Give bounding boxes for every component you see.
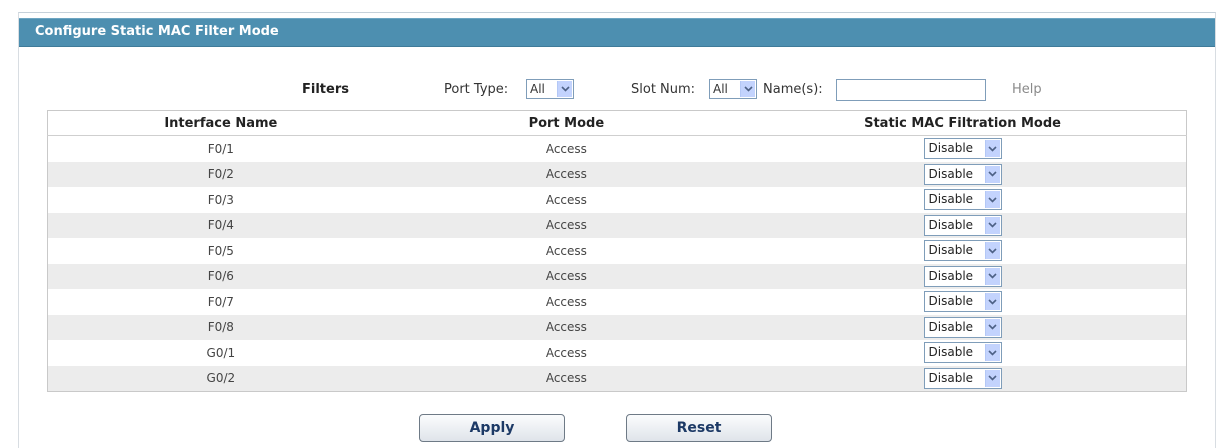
filter-mode-cell: Disable: [739, 212, 1187, 238]
table-row: F0/8 Access Disable: [47, 314, 1187, 340]
slot-num-label: Slot Num:: [631, 82, 696, 97]
filter-mode-select[interactable]: Disable: [923, 240, 1002, 262]
filter-mode-value: Disable: [928, 192, 974, 207]
table-row: F0/7 Access Disable: [48, 289, 1187, 315]
filter-mode-value: Disable: [928, 294, 974, 309]
interface-table: Interface Name Port Mode Static MAC Filt…: [47, 110, 1187, 392]
table-row: G0/1 Access Disable: [48, 340, 1187, 366]
reset-button[interactable]: Reset: [626, 414, 772, 442]
filter-mode-value: Disable: [928, 217, 974, 232]
column-header-static-mac-filtration-mode: Static MAC Filtration Mode: [739, 110, 1187, 136]
chevron-down-icon[interactable]: [984, 344, 1000, 362]
panel-header: Configure Static MAC Filter Mode: [19, 18, 1215, 47]
filter-mode-cell: Disable: [739, 340, 1186, 366]
port-mode-cell: Access: [545, 192, 587, 207]
chevron-down-icon[interactable]: [984, 165, 1000, 183]
panel-title: Configure Static MAC Filter Mode: [35, 24, 279, 39]
chevron-down-icon[interactable]: [984, 242, 1000, 260]
slot-num-value: All: [713, 82, 728, 96]
table-row: F0/6 Access Disable: [47, 263, 1187, 289]
port-mode-cell: Access: [393, 161, 740, 187]
filter-mode-cell: Disable: [739, 187, 1186, 213]
chevron-down-icon[interactable]: [984, 140, 1000, 158]
interface-name-cell: F0/5: [207, 243, 234, 258]
names-label: Name(s):: [763, 82, 823, 97]
port-mode-cell: Access: [393, 212, 740, 238]
interface-name-cell: F0/1: [207, 141, 234, 156]
chevron-down-icon[interactable]: [557, 81, 572, 97]
filter-mode-cell: Disable: [739, 263, 1187, 289]
interface-name-cell: F0/7: [207, 294, 234, 309]
port-mode-cell: Access: [393, 314, 740, 340]
chevron-down-icon[interactable]: [984, 216, 1000, 234]
port-type-value: All: [530, 82, 545, 96]
port-type-label: Port Type:: [444, 82, 509, 97]
filter-mode-cell: Disable: [739, 161, 1187, 187]
port-mode-cell: Access: [545, 294, 587, 309]
port-type-select[interactable]: All: [526, 79, 574, 99]
filter-mode-value: Disable: [928, 370, 974, 385]
filter-mode-value: Disable: [928, 141, 974, 156]
names-input[interactable]: [836, 79, 986, 101]
config-panel: Configure Static MAC Filter Mode Filters…: [18, 12, 1216, 448]
filters-label: Filters: [302, 82, 349, 97]
filter-mode-cell: Disable: [739, 136, 1186, 162]
table-row: F0/3 Access Disable: [48, 187, 1187, 213]
port-mode-cell: Access: [545, 243, 587, 258]
table-row: F0/5 Access Disable: [48, 238, 1187, 264]
port-mode-cell: Access: [545, 345, 587, 360]
interface-name-cell: F0/4: [47, 212, 394, 238]
filter-mode-cell: Disable: [739, 238, 1186, 264]
table-header-row: Interface Name Port Mode Static MAC Filt…: [47, 110, 1187, 136]
column-header-interface-name: Interface Name: [47, 110, 394, 136]
filter-mode-cell: Disable: [739, 314, 1187, 340]
apply-button[interactable]: Apply: [419, 414, 565, 442]
port-mode-cell: Access: [393, 263, 740, 289]
table-row: F0/2 Access Disable: [47, 161, 1187, 187]
column-header-port-mode: Port Mode: [393, 110, 740, 136]
chevron-down-icon[interactable]: [740, 81, 755, 97]
interface-name-cell: G0/2: [47, 365, 394, 392]
interface-name-cell: F0/2: [47, 161, 394, 187]
table-row: F0/1 Access Disable: [48, 136, 1187, 162]
filter-mode-select[interactable]: Disable: [923, 367, 1002, 389]
filter-mode-select[interactable]: Disable: [923, 138, 1002, 160]
filter-mode-select[interactable]: Disable: [923, 342, 1002, 364]
filter-mode-value: Disable: [928, 345, 974, 360]
table-row: F0/4 Access Disable: [47, 212, 1187, 238]
filter-mode-select[interactable]: Disable: [923, 189, 1002, 211]
filter-mode-value: Disable: [928, 268, 974, 283]
chevron-down-icon[interactable]: [984, 293, 1000, 311]
chevron-down-icon[interactable]: [984, 267, 1000, 285]
filters-row: Filters Port Type: All Slot Num: All Nam…: [19, 77, 1215, 105]
page: Configure Static MAC Filter Mode Filters…: [0, 0, 1226, 448]
port-mode-cell: Access: [545, 141, 587, 156]
filter-mode-select[interactable]: Disable: [923, 214, 1002, 236]
filter-mode-select[interactable]: Disable: [923, 265, 1002, 287]
interface-name-cell: F0/8: [47, 314, 394, 340]
table-row: G0/2 Access Disable: [47, 365, 1187, 392]
filter-mode-value: Disable: [928, 319, 974, 334]
chevron-down-icon[interactable]: [984, 191, 1000, 209]
interface-name-cell: F0/6: [47, 263, 394, 289]
chevron-down-icon[interactable]: [984, 318, 1000, 336]
filter-mode-select[interactable]: Disable: [923, 316, 1002, 338]
filter-mode-select[interactable]: Disable: [923, 163, 1002, 185]
filter-mode-select[interactable]: Disable: [923, 291, 1002, 313]
filter-mode-cell: Disable: [739, 289, 1186, 315]
interface-name-cell: G0/1: [206, 345, 236, 360]
port-mode-cell: Access: [393, 365, 740, 392]
chevron-down-icon[interactable]: [984, 369, 1000, 387]
filter-mode-value: Disable: [928, 243, 974, 258]
interface-name-cell: F0/3: [207, 192, 234, 207]
help-link[interactable]: Help: [1012, 82, 1042, 97]
filter-mode-value: Disable: [928, 166, 974, 181]
slot-num-select[interactable]: All: [709, 79, 757, 99]
filter-mode-cell: Disable: [739, 365, 1187, 392]
